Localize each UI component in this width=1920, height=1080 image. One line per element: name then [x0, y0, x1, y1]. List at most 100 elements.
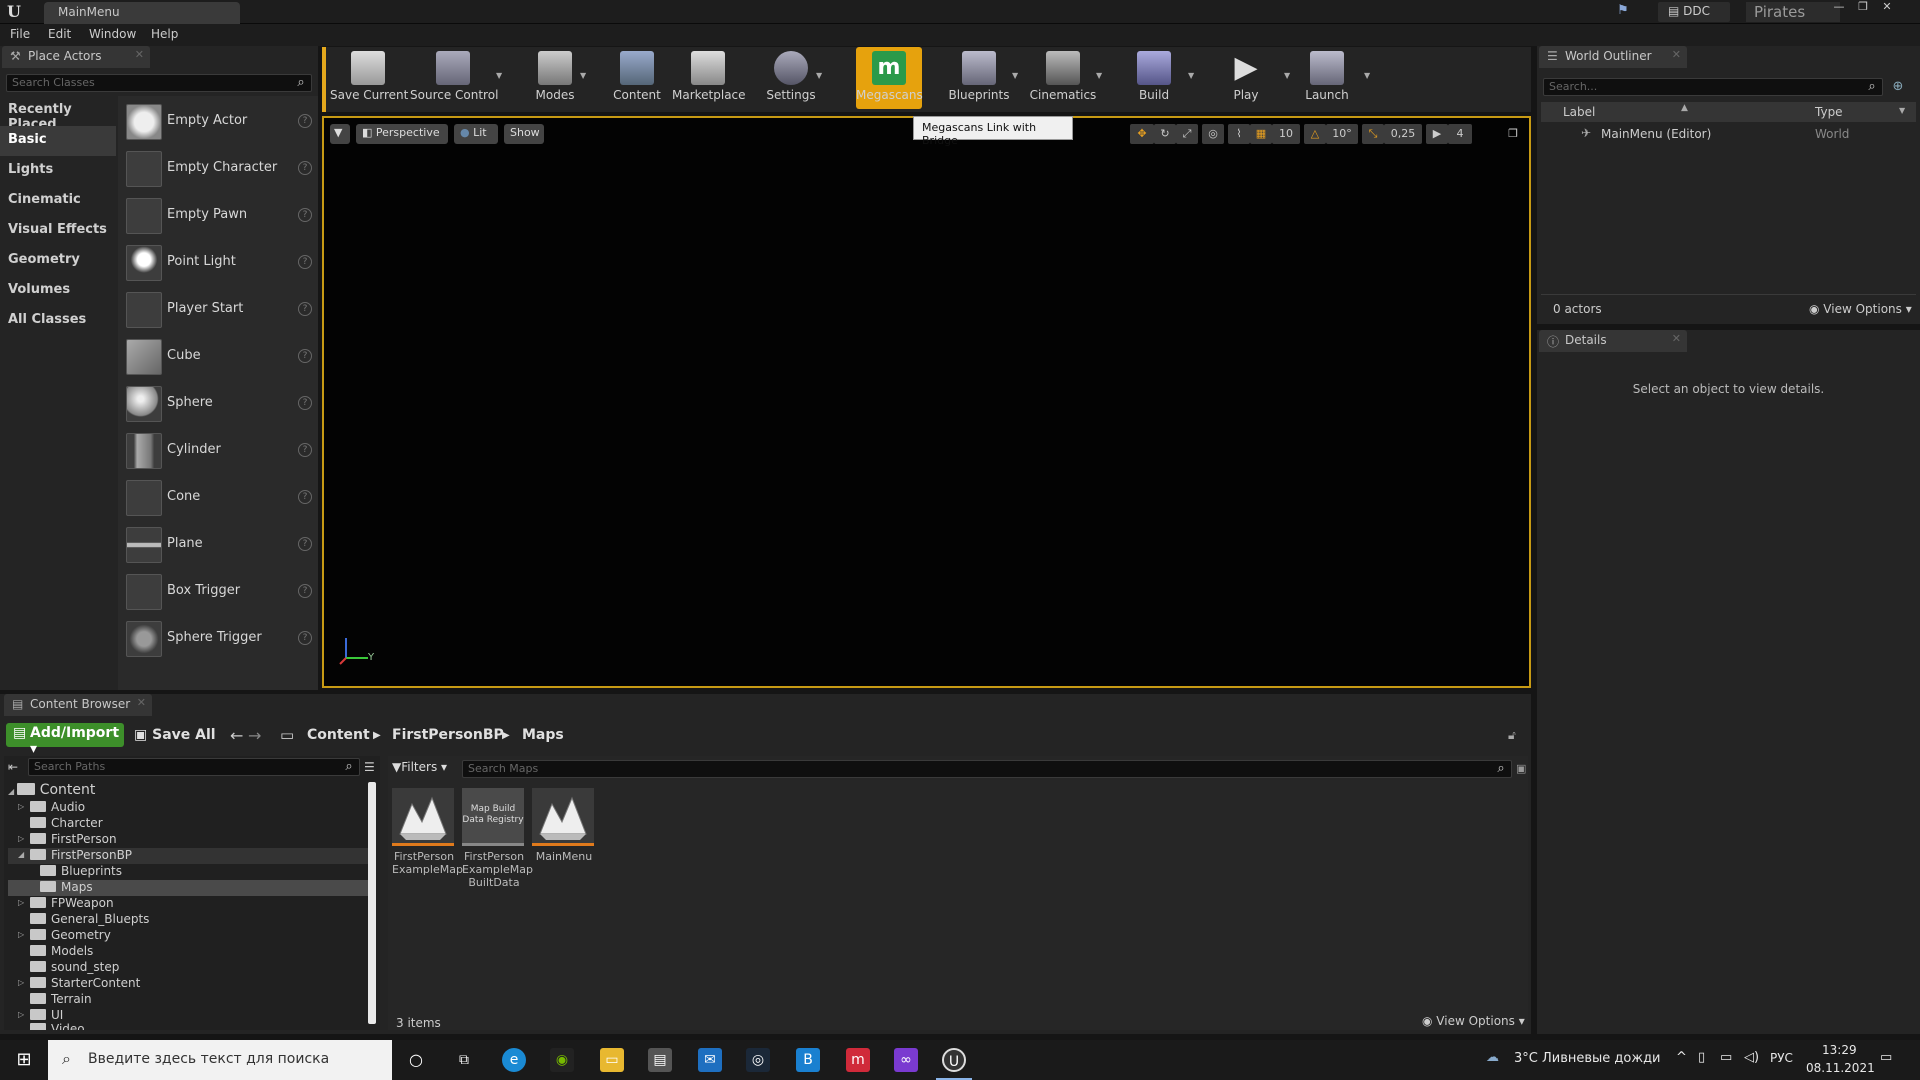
tree-folder-audio[interactable]: ▷ Audio — [18, 800, 85, 816]
forward-arrow-icon[interactable]: → — [248, 726, 261, 745]
actor-box-trigger[interactable]: Box Trigger? — [122, 570, 312, 614]
place-actors-tab[interactable]: ⚒ Place Actors ✕ — [2, 46, 150, 68]
breadcrumb-maps[interactable]: Maps — [522, 727, 564, 743]
network-icon[interactable]: ▭ — [1720, 1050, 1732, 1065]
toggle-sources-icon[interactable]: ⇤ — [8, 760, 18, 774]
tree-folder-sound-step[interactable]: sound_step — [18, 960, 119, 976]
chevron-down-icon[interactable]: ▼ — [1096, 71, 1102, 80]
tree-folder-charcter[interactable]: Charcter — [18, 816, 103, 832]
cinematics-button[interactable]: Cinematics — [1026, 47, 1100, 109]
breadcrumb-separator-icon[interactable]: ▶ — [373, 730, 381, 741]
launch-button[interactable]: Launch — [1296, 47, 1358, 109]
source-control-button[interactable]: Source Control — [410, 47, 498, 109]
search-icon[interactable]: ⌕ — [294, 76, 308, 90]
viewport-options-button[interactable]: ▼ — [330, 124, 350, 144]
actor-cylinder[interactable]: Cylinder? — [122, 429, 312, 473]
store-icon[interactable]: ▤ — [648, 1048, 672, 1072]
tab-close-icon[interactable]: ✕ — [1672, 48, 1681, 61]
blueprints-button[interactable]: Blueprints — [944, 47, 1014, 109]
maximize-button[interactable]: ❐ — [1852, 0, 1874, 14]
taskbar-search-input[interactable]: ⌕ Введите здесь текст для поиска — [48, 1040, 392, 1080]
breadcrumb-firstpersonbp[interactable]: FirstPersonBP — [392, 727, 504, 743]
tab-close-icon[interactable]: ✕ — [135, 48, 144, 61]
maximize-viewport-icon[interactable]: ❐ — [1504, 124, 1522, 144]
tree-folder-geometry[interactable]: ▷ Geometry — [18, 928, 111, 944]
weather-icon[interactable]: ☁ — [1486, 1050, 1499, 1065]
menu-edit[interactable]: Edit — [48, 27, 71, 41]
level-viewport[interactable]: ▼ ◧ Perspective ● Lit Show ✥ ↻ ⤢ ◎ ⌇ ▦ 1… — [322, 116, 1531, 688]
megascans-button[interactable]: m Megascans — [856, 47, 923, 109]
chevron-down-icon[interactable]: ▼ — [1284, 71, 1290, 80]
outliner-row[interactable]: ✈ MainMenu (Editor) World — [1541, 124, 1916, 144]
windows-start-icon[interactable]: ⊞ — [12, 1048, 36, 1072]
help-icon[interactable]: ? — [298, 396, 312, 410]
camera-speed-icon[interactable]: ▶ — [1426, 124, 1448, 144]
col-label[interactable]: Label — [1563, 105, 1595, 119]
help-icon[interactable]: ? — [298, 584, 312, 598]
tree-folder-general-bluepts[interactable]: General_Bluepts — [18, 912, 149, 928]
menu-file[interactable]: File — [10, 27, 30, 41]
language-indicator[interactable]: РУС — [1770, 1051, 1793, 1065]
save-search-icon[interactable]: ▣ — [1516, 762, 1526, 775]
world-local-icon[interactable]: ◎ — [1202, 124, 1224, 144]
world-outliner-tab[interactable]: ☰ World Outliner ✕ — [1539, 46, 1687, 68]
actor-empty-character[interactable]: Empty Character? — [122, 147, 312, 191]
menu-window[interactable]: Window — [89, 27, 136, 41]
clock-time[interactable]: 13:29 — [1822, 1043, 1857, 1057]
tree-folder-firstperson[interactable]: ▷ FirstPerson — [18, 832, 117, 848]
tree-folder-models[interactable]: Models — [18, 944, 93, 960]
tab-close-icon[interactable]: ✕ — [1672, 332, 1681, 345]
save-all-button[interactable]: ▣ Save All — [134, 727, 216, 743]
search-icon[interactable]: ⌕ — [1865, 80, 1879, 94]
chevron-down-icon[interactable]: ▼ — [1012, 71, 1018, 80]
tree-folder-video[interactable]: Video — [18, 1022, 85, 1030]
add-filter-icon[interactable]: ⊕ — [1891, 80, 1905, 94]
battery-icon[interactable]: ▯ — [1698, 1050, 1705, 1065]
settings-button[interactable]: Settings — [758, 47, 824, 109]
search-classes-input[interactable]: Search Classes — [6, 74, 312, 92]
outliner-search-input[interactable]: Search... — [1543, 78, 1883, 96]
chevron-down-icon[interactable]: ▼ — [496, 71, 502, 80]
file-explorer-icon[interactable]: ▭ — [600, 1048, 624, 1072]
actor-sphere-trigger[interactable]: Sphere Trigger? — [122, 617, 312, 661]
asset-mainmenu[interactable]: MainMenu — [532, 788, 596, 863]
details-tab[interactable]: ⓘ Details ✕ — [1539, 330, 1687, 352]
close-button[interactable]: ✕ — [1876, 0, 1898, 14]
notification-icon[interactable]: ▭ — [1880, 1050, 1892, 1065]
rotate-icon[interactable]: ↻ — [1154, 124, 1176, 144]
tree-folder-maps[interactable]: Maps — [8, 880, 368, 896]
category-lights[interactable]: Lights — [0, 156, 116, 186]
back-arrow-icon[interactable]: ← — [230, 726, 243, 745]
nvidia-icon[interactable]: ◉ — [550, 1048, 574, 1072]
tray-chevron-icon[interactable]: ^ — [1676, 1050, 1687, 1065]
menu-help[interactable]: Help — [151, 27, 178, 41]
search-maps-input[interactable]: Search Maps — [462, 760, 1512, 778]
chevron-down-icon[interactable]: ▼ — [1188, 71, 1194, 80]
scale-snap-icon[interactable]: ⤡ — [1362, 124, 1384, 144]
breadcrumb-content[interactable]: Content — [307, 727, 370, 743]
visual-studio-icon[interactable]: ∞ — [894, 1048, 918, 1072]
search-paths-input[interactable]: Search Paths — [28, 758, 360, 776]
tree-folder-firstpersonbp[interactable]: ◢ FirstPersonBP — [8, 848, 368, 864]
lit-button[interactable]: ● Lit — [454, 124, 498, 144]
volume-icon[interactable]: ◁) — [1744, 1050, 1759, 1065]
actor-plane[interactable]: Plane? — [122, 523, 312, 567]
actor-cube[interactable]: Cube? — [122, 335, 312, 379]
cb-view-options[interactable]: ◉ View Options ▾ — [1422, 1014, 1525, 1028]
col-type[interactable]: Type — [1815, 105, 1843, 119]
asset-firstperson-examplemap-builtdata[interactable]: Map Build Data Registry FirstPerson Exampl… — [462, 788, 533, 889]
actor-sphere[interactable]: Sphere? — [122, 382, 312, 426]
category-all-classes[interactable]: All Classes — [0, 306, 116, 336]
help-icon[interactable]: ? — [298, 443, 312, 457]
chevron-down-icon[interactable]: ▼ — [816, 71, 822, 80]
scale-snap-value[interactable]: 0,25 — [1384, 124, 1422, 144]
filters-button[interactable]: ▼Filters ▾ — [392, 760, 447, 774]
category-recently-placed[interactable]: Recently Placed — [0, 96, 116, 132]
help-icon[interactable]: ? — [298, 114, 312, 128]
help-icon[interactable]: ? — [298, 349, 312, 363]
megascans-app-icon[interactable]: m — [846, 1048, 870, 1072]
translate-icon[interactable]: ✥ — [1130, 124, 1154, 144]
breadcrumb-separator-icon[interactable]: ▶ — [502, 730, 510, 741]
tree-scrollbar[interactable] — [368, 782, 376, 1024]
help-icon[interactable]: ? — [298, 255, 312, 269]
